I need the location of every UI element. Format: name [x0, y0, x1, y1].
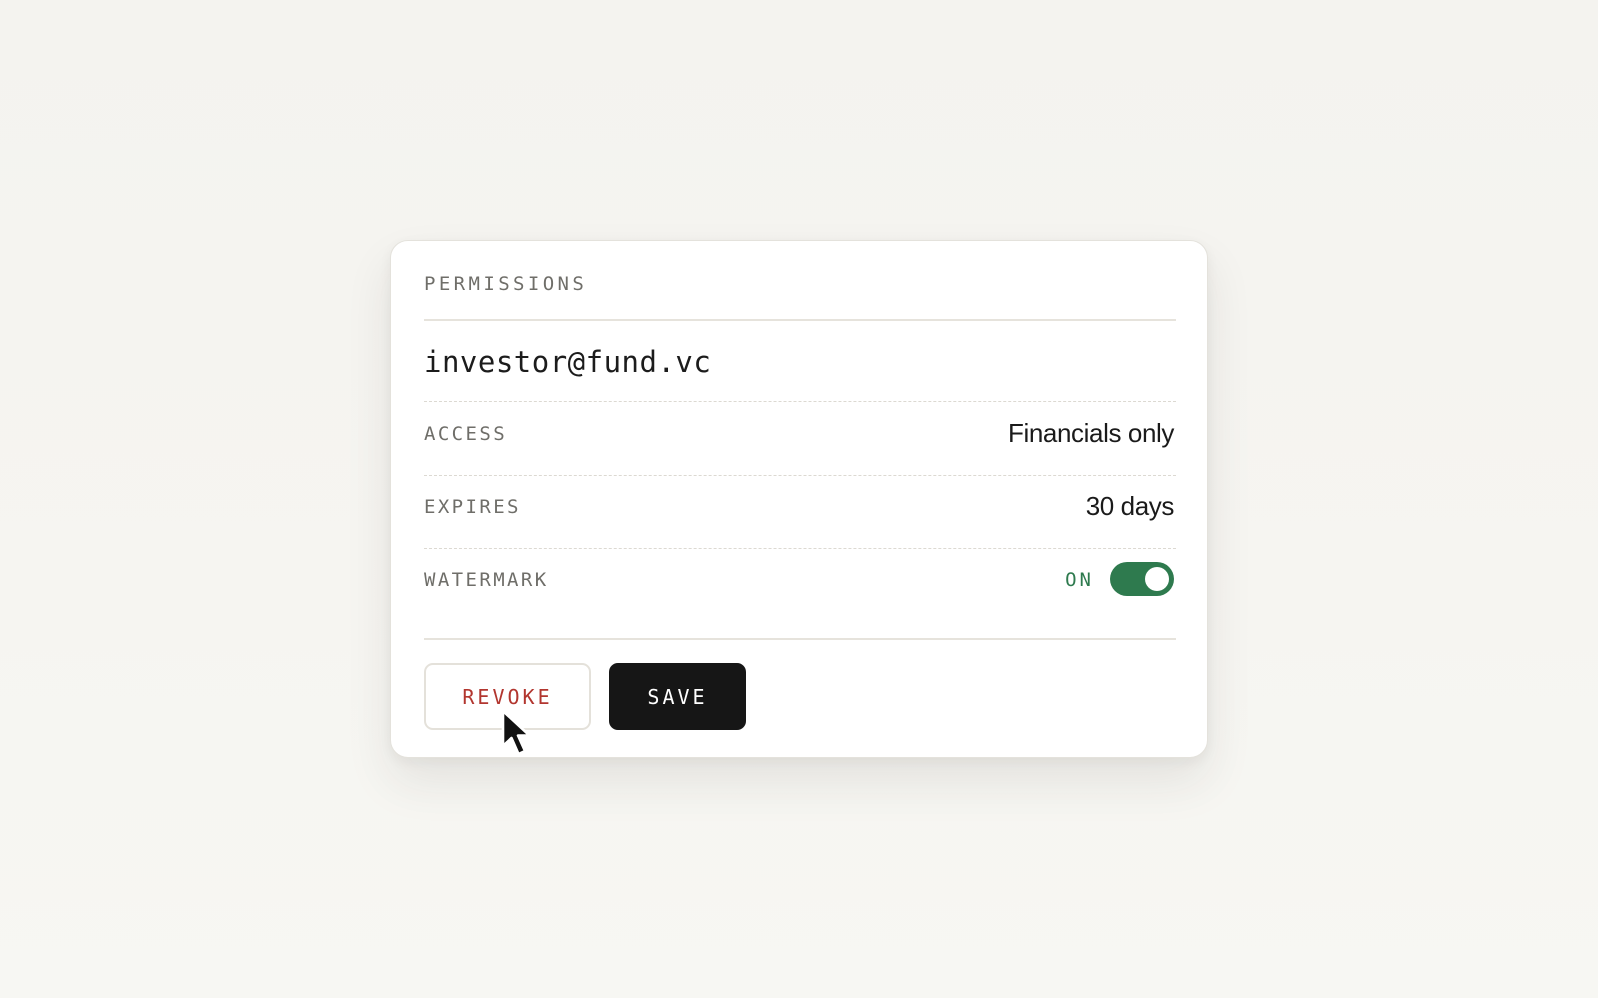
- row-divider: [424, 548, 1176, 549]
- card-title: PERMISSIONS: [424, 273, 588, 295]
- expires-label: EXPIRES: [424, 496, 521, 518]
- watermark-state-text: ON: [1065, 569, 1094, 591]
- watermark-label: WATERMARK: [424, 569, 549, 591]
- revoke-button[interactable]: REVOKE: [424, 663, 591, 730]
- permissions-card: PERMISSIONS investor@fund.vc ACCESS Fina…: [390, 240, 1208, 758]
- footer-divider: [424, 638, 1176, 640]
- row-divider: [424, 475, 1176, 476]
- row-divider: [424, 401, 1176, 402]
- toggle-knob: [1145, 567, 1169, 591]
- recipient-email: investor@fund.vc: [424, 345, 712, 379]
- header-divider: [424, 319, 1176, 321]
- access-label: ACCESS: [424, 423, 508, 445]
- expires-value: 30 days: [1085, 491, 1175, 521]
- save-button[interactable]: SAVE: [609, 663, 746, 730]
- watermark-toggle[interactable]: [1110, 562, 1174, 596]
- access-value: Financials only: [1008, 418, 1174, 448]
